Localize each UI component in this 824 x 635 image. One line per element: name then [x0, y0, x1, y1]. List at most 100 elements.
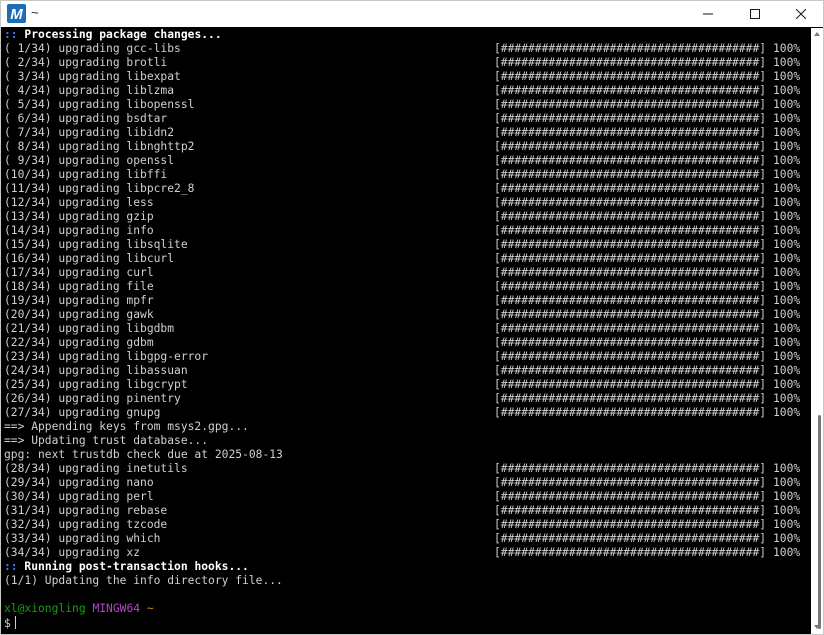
package-progress-line: ( 2/34) upgrading brotli [###############… — [4, 56, 810, 70]
maximize-button[interactable] — [732, 1, 778, 27]
progress-percent: 100% — [773, 182, 801, 195]
package-label: (25/34) upgrading libgcrypt — [4, 378, 188, 391]
package-label: (13/34) upgrading gzip — [4, 210, 154, 223]
terminal-output[interactable]: :: Processing package changes...( 1/34) … — [4, 28, 810, 634]
svg-text:M: M — [10, 6, 23, 23]
package-label: ( 8/34) upgrading libnghttp2 — [4, 140, 195, 153]
progress-bar: [######################################] — [494, 392, 767, 405]
scroll-down-arrow-icon[interactable] — [814, 625, 820, 629]
package-label: (15/34) upgrading libsqlite — [4, 238, 188, 251]
progress-percent: 100% — [773, 406, 801, 419]
progress-bar: [######################################] — [494, 126, 767, 139]
progress-bar: [######################################] — [494, 406, 767, 419]
progress-percent: 100% — [773, 126, 801, 139]
progress-percent: 100% — [773, 322, 801, 335]
progress-bar: [######################################] — [494, 294, 767, 307]
package-progress-line: (12/34) upgrading less [#################… — [4, 196, 810, 210]
section-header-line: :: Running post-transaction hooks... — [4, 560, 810, 574]
output-line: ==> Updating trust database... — [4, 434, 810, 448]
window-title: ~ — [31, 5, 39, 20]
progress-percent: 100% — [773, 476, 801, 489]
package-label: (14/34) upgrading info — [4, 224, 154, 237]
progress-bar: [######################################] — [494, 490, 767, 503]
package-progress-line: ( 4/34) upgrading liblzma [##############… — [4, 84, 810, 98]
vertical-scrollbar[interactable] — [811, 28, 823, 634]
package-progress-line: ( 8/34) upgrading libnghttp2 [###########… — [4, 140, 810, 154]
package-progress-line: (11/34) upgrading libpcre2_8 [###########… — [4, 182, 810, 196]
title-bar[interactable]: M ~ — [1, 1, 823, 27]
package-label: (29/34) upgrading nano — [4, 476, 154, 489]
close-button[interactable] — [778, 1, 823, 27]
package-label: (23/34) upgrading libgpg-error — [4, 350, 209, 363]
package-label: ( 1/34) upgrading gcc-libs — [4, 42, 181, 55]
progress-bar: [######################################] — [494, 322, 767, 335]
package-progress-line: ( 9/34) upgrading openssl [##############… — [4, 154, 810, 168]
scroll-up-arrow-icon[interactable] — [814, 32, 820, 36]
progress-bar: [######################################] — [494, 42, 767, 55]
progress-percent: 100% — [773, 112, 801, 125]
progress-bar: [######################################] — [494, 56, 767, 69]
progress-percent: 100% — [773, 294, 801, 307]
package-label: (32/34) upgrading tzcode — [4, 518, 168, 531]
progress-percent: 100% — [773, 546, 801, 559]
progress-percent: 100% — [773, 378, 801, 391]
progress-bar: [######################################] — [494, 476, 767, 489]
output-line: (1/1) Updating the info directory file..… — [4, 574, 810, 588]
package-label: (33/34) upgrading which — [4, 532, 161, 545]
package-label: ( 7/34) upgrading libidn2 — [4, 126, 175, 139]
progress-bar: [######################################] — [494, 168, 767, 181]
package-progress-line: (34/34) upgrading xz [###################… — [4, 546, 810, 560]
progress-bar: [######################################] — [494, 224, 767, 237]
progress-bar: [######################################] — [494, 70, 767, 83]
progress-bar: [######################################] — [494, 350, 767, 363]
progress-percent: 100% — [773, 350, 801, 363]
command-input-line[interactable]: $ — [4, 616, 810, 630]
package-label: (21/34) upgrading libgdbm — [4, 322, 175, 335]
progress-bar: [######################################] — [494, 196, 767, 209]
progress-bar: [######################################] — [494, 462, 767, 475]
minimize-button[interactable] — [685, 1, 731, 27]
progress-bar: [######################################] — [494, 378, 767, 391]
prompt-user-host: xl@xiongling — [4, 602, 86, 615]
package-label: (28/34) upgrading inetutils — [4, 462, 188, 475]
progress-percent: 100% — [773, 140, 801, 153]
progress-percent: 100% — [773, 196, 801, 209]
package-label: (12/34) upgrading less — [4, 196, 154, 209]
progress-percent: 100% — [773, 308, 801, 321]
progress-bar: [######################################] — [494, 84, 767, 97]
package-progress-line: (20/34) upgrading gawk [#################… — [4, 308, 810, 322]
header-text: Running post-transaction hooks... — [17, 560, 249, 573]
package-label: ( 4/34) upgrading liblzma — [4, 84, 175, 97]
progress-bar: [######################################] — [494, 280, 767, 293]
msys2-icon[interactable]: M — [7, 4, 26, 23]
progress-percent: 100% — [773, 392, 801, 405]
scrollbar-thumb[interactable] — [818, 415, 821, 629]
package-label: (18/34) upgrading file — [4, 280, 154, 293]
progress-percent: 100% — [773, 224, 801, 237]
package-label: (20/34) upgrading gawk — [4, 308, 154, 321]
progress-percent: 100% — [773, 56, 801, 69]
output-text: (1/1) Updating the info directory file..… — [4, 574, 283, 587]
progress-bar: [######################################] — [494, 252, 767, 265]
header-prefix: :: — [4, 560, 18, 573]
package-label: (16/34) upgrading libcurl — [4, 252, 175, 265]
progress-bar: [######################################] — [494, 140, 767, 153]
progress-bar: [######################################] — [494, 532, 767, 545]
prompt-path: ~ — [146, 602, 154, 615]
progress-percent: 100% — [773, 336, 801, 349]
package-label: (34/34) upgrading xz — [4, 546, 141, 559]
package-progress-line: ( 1/34) upgrading gcc-libs [#############… — [4, 42, 810, 56]
maximize-icon — [750, 9, 760, 19]
package-progress-line: (31/34) upgrading rebase [###############… — [4, 504, 810, 518]
package-progress-line: (33/34) upgrading which [################… — [4, 532, 810, 546]
progress-bar: [######################################] — [494, 210, 767, 223]
progress-bar: [######################################] — [494, 546, 767, 559]
package-label: (10/34) upgrading libffi — [4, 168, 168, 181]
package-label: (26/34) upgrading pinentry — [4, 392, 181, 405]
progress-percent: 100% — [773, 98, 801, 111]
progress-bar: [######################################] — [494, 154, 767, 167]
package-label: (11/34) upgrading libpcre2_8 — [4, 182, 195, 195]
package-progress-line: (25/34) upgrading libgcrypt [############… — [4, 378, 810, 392]
package-label: (31/34) upgrading rebase — [4, 504, 168, 517]
